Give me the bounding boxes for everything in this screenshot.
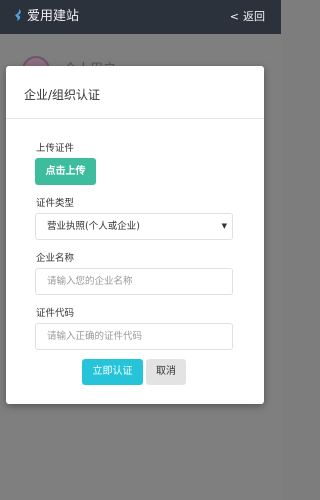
chevron-left-icon: < [229,10,239,23]
certificate-type-select[interactable]: 营业执照(个人或企业) ▼ [35,213,233,240]
caret-down-icon: ▼ [221,222,227,230]
certificate-code-input[interactable] [35,323,233,350]
brand[interactable]: 爱用建站 [14,9,79,25]
upload-button[interactable]: 点击上传 [35,158,96,185]
company-name-input[interactable] [35,268,233,295]
code-label: 证件代码 [36,308,75,319]
cancel-button[interactable]: 取消 [146,359,186,385]
selected-type: 营业执照(个人或企业) [47,221,140,232]
back-button[interactable]: < 返回 [230,10,265,24]
type-label: 证件类型 [36,198,75,209]
upload-label: 上传证件 [36,143,75,154]
back-label: 返回 [243,10,265,23]
top-navbar: 爱用建站 < 返回 [0,0,281,34]
modal-title: 企业/组织认证 [6,66,264,119]
logo-icon [15,9,21,21]
submit-button[interactable]: 立即认证 [82,359,143,385]
name-label: 企业名称 [36,253,75,264]
certification-modal: 企业/组织认证 上传证件 点击上传 证件类型 营业执照(个人或企业) ▼ 企业名… [6,66,264,404]
brand-name: 爱用建站 [27,9,80,24]
